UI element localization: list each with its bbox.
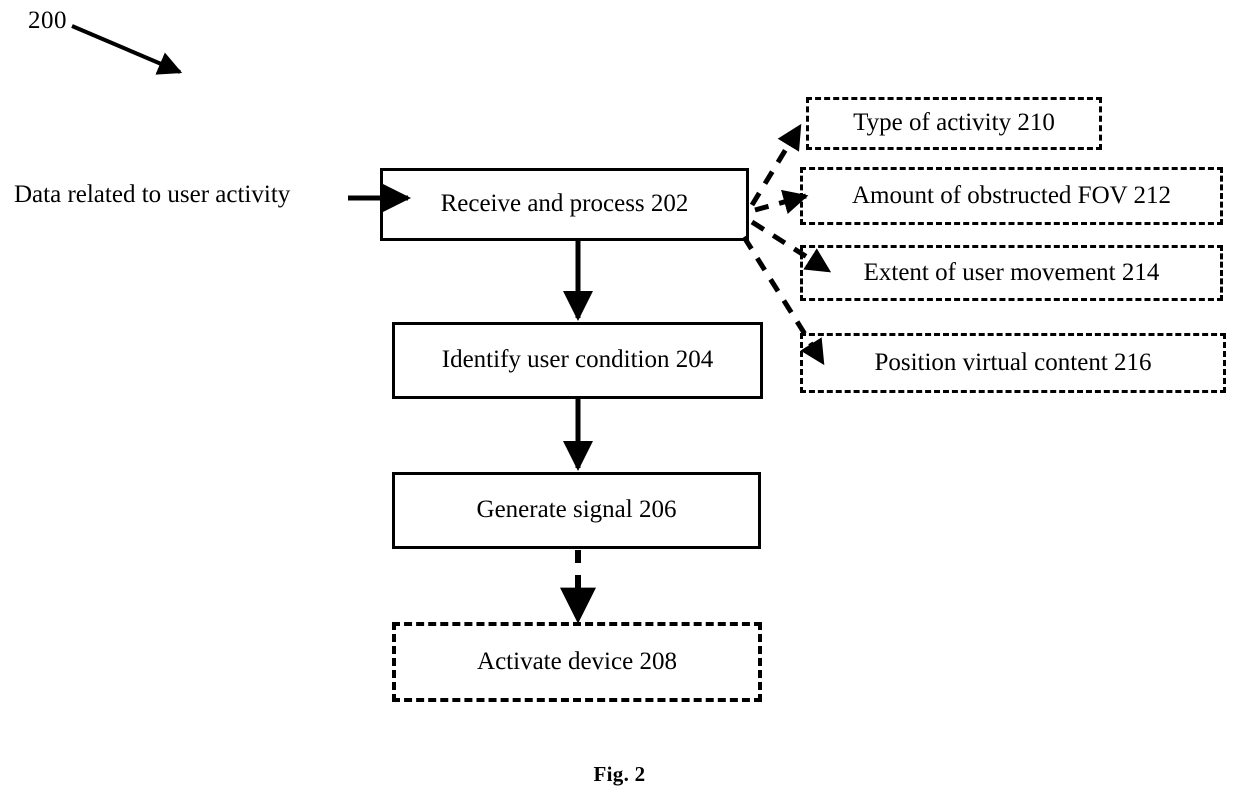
patent-figure-2: 200 Data related to user activity Receiv… <box>0 0 1239 811</box>
attribute-box-position-virtual-content: Position virtual content 216 <box>800 333 1226 393</box>
reference-leader-arrow <box>71 24 183 75</box>
input-data-label: Data related to user activity <box>14 181 291 208</box>
attribute-box-type-of-activity: Type of activity 210 <box>806 97 1102 150</box>
process-box-activate-device: Activate device 208 <box>392 622 762 702</box>
figure-caption: Fig. 2 <box>593 762 646 786</box>
process-box-receive-and-process: Receive and process 202 <box>380 168 749 241</box>
process-box-generate-signal: Generate signal 206 <box>392 472 761 549</box>
arrow-202-to-210 <box>749 123 803 207</box>
process-box-label: Identify user condition 204 <box>441 346 714 374</box>
attribute-box-label: Amount of obstructed FOV 212 <box>852 181 1171 209</box>
process-box-label: Generate signal 206 <box>476 496 677 524</box>
attribute-box-label: Type of activity 210 <box>853 109 1055 137</box>
arrow-202-to-212 <box>754 189 809 215</box>
attribute-box-amount-of-obstructed-fov: Amount of obstructed FOV 212 <box>800 167 1223 225</box>
attribute-box-label: Extent of user movement 214 <box>863 258 1160 286</box>
process-box-label: Receive and process 202 <box>440 190 689 218</box>
process-box-identify-user-condition: Identify user condition 204 <box>392 322 763 399</box>
figure-reference-numeral: 200 <box>28 7 67 34</box>
attribute-box-label: Position virtual content 216 <box>874 348 1152 376</box>
attribute-box-extent-of-user-movement: Extent of user movement 214 <box>800 245 1223 301</box>
process-box-label: Activate device 208 <box>477 647 677 675</box>
